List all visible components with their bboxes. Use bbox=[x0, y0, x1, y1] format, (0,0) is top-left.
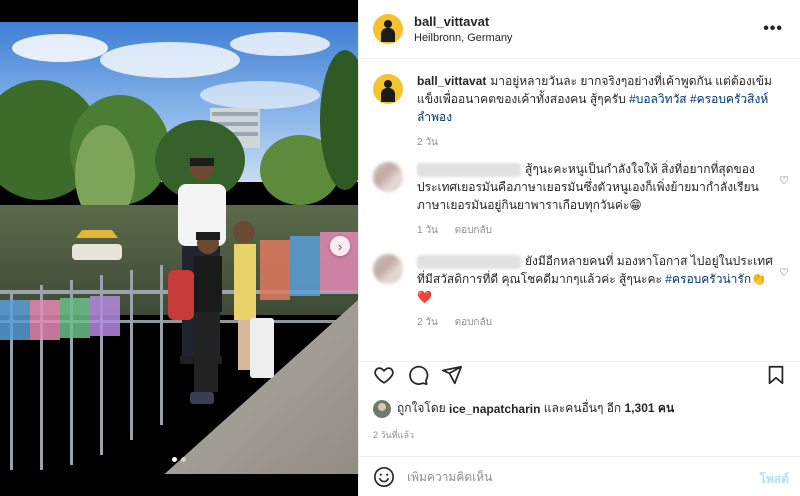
avatar[interactable] bbox=[373, 254, 403, 284]
comments-list: ball_vittavat มาอยู่หลายวันละ ยากจริงๆอย่… bbox=[359, 60, 800, 360]
post-details-pane: ball_vittavat Heilbronn, Germany ••• bal… bbox=[358, 0, 800, 496]
reply-button[interactable]: ตอบกลับ bbox=[455, 317, 492, 328]
heart-icon[interactable]: ♡ bbox=[779, 266, 789, 279]
post-comment-button[interactable]: โพสต์ bbox=[760, 470, 789, 489]
likes-count[interactable]: 1,301 คน bbox=[625, 399, 675, 418]
save-button[interactable] bbox=[765, 364, 787, 386]
reply-button[interactable]: ตอบกลับ bbox=[455, 225, 492, 236]
instagram-post-view: › ball_vittavat Heilbronn, Germany ••• b… bbox=[0, 0, 800, 496]
avatar[interactable] bbox=[373, 162, 403, 192]
post-header: ball_vittavat Heilbronn, Germany ••• bbox=[359, 0, 800, 59]
comment-input[interactable] bbox=[407, 469, 737, 484]
comment-username-redacted[interactable] bbox=[417, 162, 521, 177]
caption-row: ball_vittavat มาอยู่หลายวันละ ยากจริงๆอย่… bbox=[373, 72, 793, 152]
add-comment-bar: โพสต์ bbox=[359, 456, 800, 496]
heart-icon bbox=[374, 367, 394, 384]
comment-button[interactable] bbox=[407, 364, 429, 386]
likes-mid: และคนอื่นๆ อีก bbox=[543, 401, 622, 415]
likes-prefix: ถูกใจโดย bbox=[397, 401, 446, 415]
comment-time[interactable]: 1 วัน bbox=[417, 225, 438, 236]
carousel-dot bbox=[172, 457, 177, 462]
post-time[interactable]: 2 วันที่แล้ว bbox=[373, 428, 414, 442]
caption-username[interactable]: ball_vittavat bbox=[417, 74, 486, 88]
comment-time[interactable]: 2 วัน bbox=[417, 317, 438, 328]
caption-time[interactable]: 2 วัน bbox=[417, 137, 438, 148]
carousel-dot bbox=[181, 457, 186, 462]
likes-user[interactable]: ice_napatcharin bbox=[449, 402, 540, 416]
like-button[interactable] bbox=[373, 364, 395, 386]
comment-row: สู้ๆนะคะหนูเป็นกำลังใจให้ สิ่งที่อยากที่… bbox=[373, 160, 793, 240]
share-button[interactable] bbox=[441, 364, 463, 386]
likes-summary: ถูกใจโดย ice_napatcharin และคนอื่นๆ อีก … bbox=[373, 399, 674, 418]
more-icon[interactable]: ••• bbox=[763, 20, 783, 38]
avatar[interactable] bbox=[373, 74, 403, 104]
avatar[interactable] bbox=[373, 399, 391, 418]
post-photo[interactable]: › bbox=[0, 0, 358, 496]
post-photo-image bbox=[0, 0, 358, 496]
emoji-icon[interactable] bbox=[373, 466, 395, 488]
bookmark-icon bbox=[768, 365, 784, 385]
comment-username-redacted[interactable] bbox=[417, 254, 521, 269]
comment-icon bbox=[409, 365, 429, 386]
action-bar bbox=[359, 361, 800, 389]
comment-hashtag[interactable]: #ครอบครัวน่ารัก bbox=[665, 272, 751, 286]
post-location[interactable]: Heilbronn, Germany bbox=[414, 32, 512, 44]
avatar[interactable] bbox=[373, 14, 403, 44]
heart-icon[interactable]: ♡ bbox=[779, 174, 789, 187]
send-icon bbox=[441, 365, 463, 385]
post-username[interactable]: ball_vittavat bbox=[414, 14, 512, 29]
comment-row: ยังมีอีกหลายคนที่ มองหาโอกาส ไปอยู่ในประ… bbox=[373, 252, 793, 332]
carousel-indicator bbox=[0, 457, 358, 462]
carousel-next-button[interactable]: › bbox=[330, 236, 350, 256]
